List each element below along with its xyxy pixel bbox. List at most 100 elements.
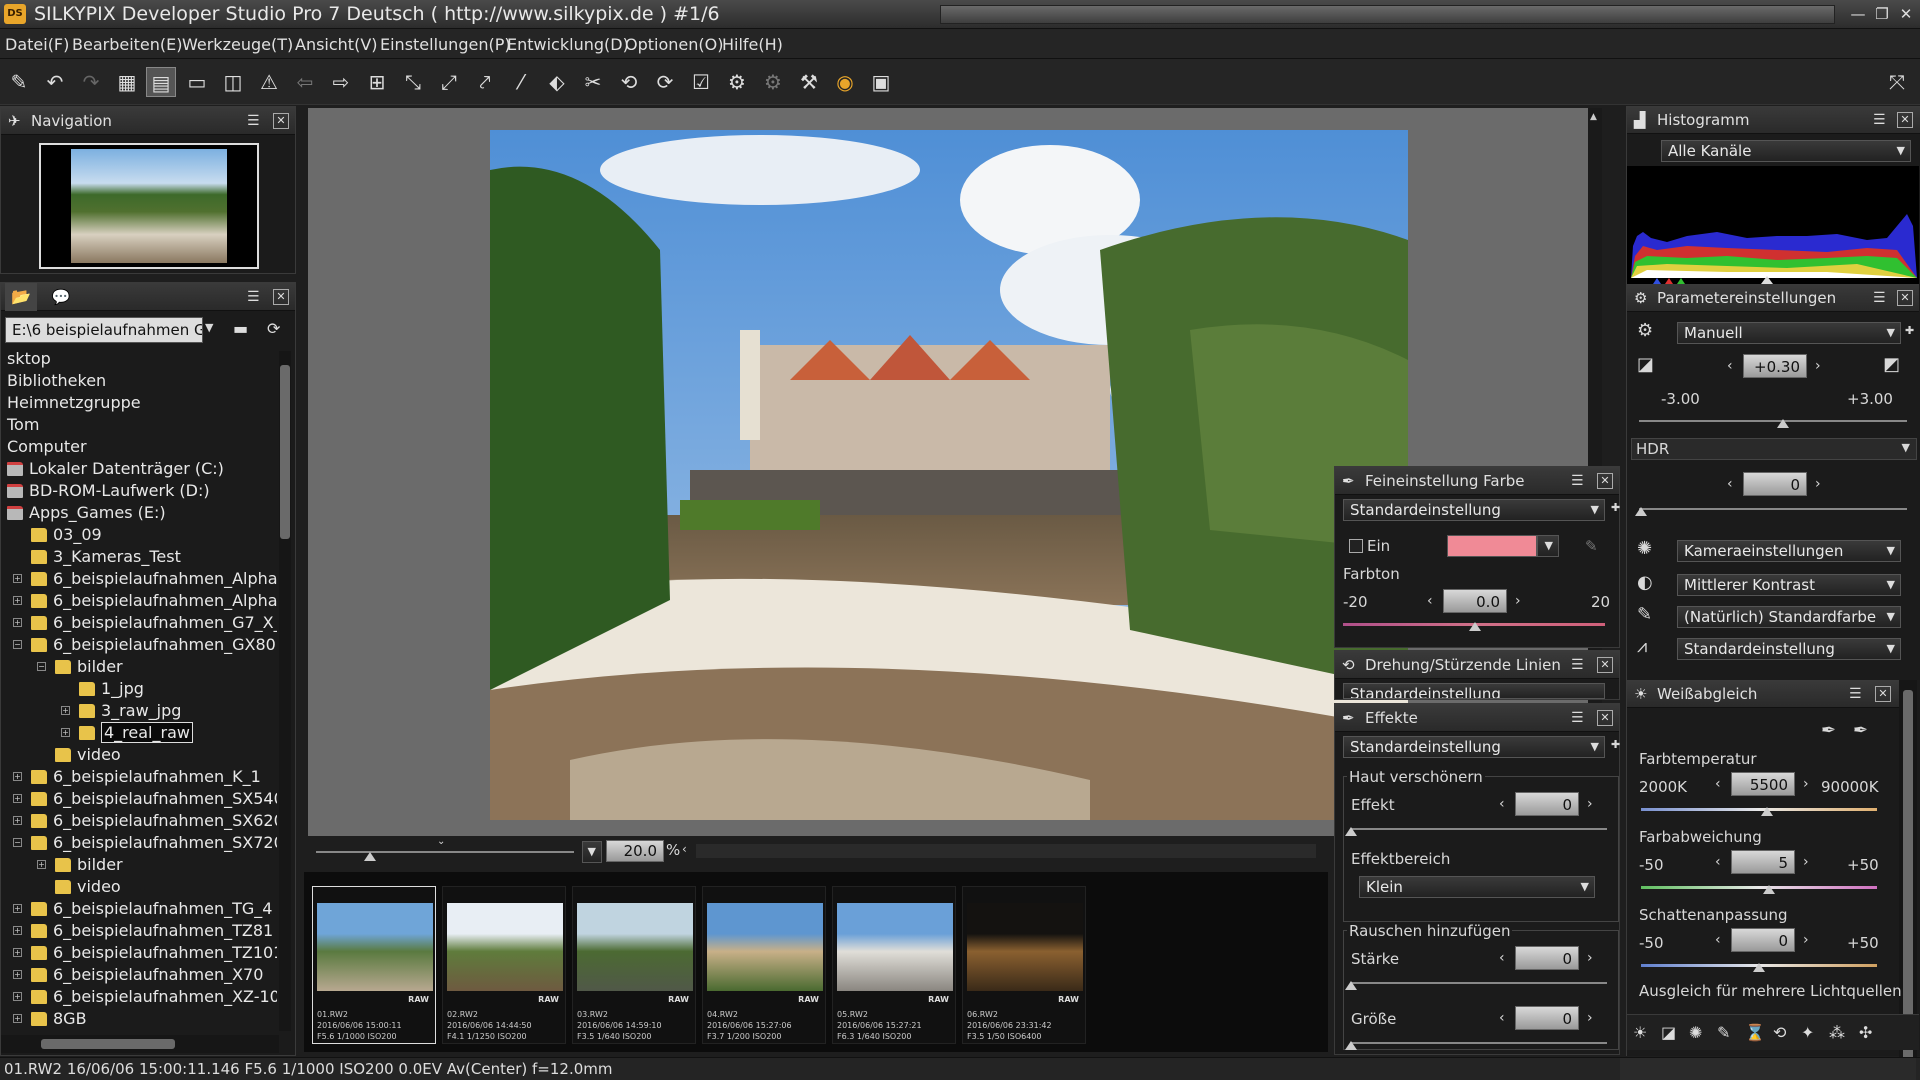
color-swatch[interactable] [1447,535,1537,557]
monitor-icon[interactable]: ▣ [866,67,896,97]
hdr-slider-thumb[interactable] [1635,507,1647,516]
decrement-icon[interactable]: ‹ [1715,932,1721,948]
sharpness-select[interactable]: Standardeinstellung ▼ [1677,638,1901,660]
staerke-value[interactable]: 0 [1515,946,1579,970]
increment-icon[interactable]: › [1803,854,1809,870]
panel-menu-icon[interactable]: ☰ [247,283,260,311]
zoom-value[interactable]: 20.0 [606,840,664,862]
refresh-icon[interactable]: ⟳ [267,319,280,338]
groesse-slider-thumb[interactable] [1345,1041,1357,1050]
camera-settings-select[interactable]: Kameraeinstellungen ▼ [1677,540,1901,562]
thumbnail-item[interactable]: RAW 04.RW2 2016/06/06 15:27:06 F3.7 1/200 I… [702,886,826,1044]
add-preset-icon[interactable]: ✚ [1611,738,1620,751]
color-fine-preset[interactable]: Standardeinstellung ▼ [1343,499,1605,521]
add-preset-icon[interactable]: ✚ [1905,324,1914,337]
dev-slider[interactable] [1641,886,1877,889]
thumbnail-item[interactable]: RAW 05.RW2 2016/06/06 15:27:21 F6.3 1/640 I… [832,886,956,1044]
panel-close-icon[interactable]: ✕ [1597,657,1613,673]
develop-brush-icon[interactable]: ✎ [4,67,34,97]
color-select[interactable]: (Natürlich) Standardfarbe ▼ [1677,606,1901,628]
hdr-tool-icon[interactable]: ✣ [1859,1023,1872,1042]
hdr-slider[interactable] [1639,508,1907,510]
enable-checkbox[interactable] [1349,539,1363,553]
decrement-icon[interactable]: ‹ [1499,796,1505,812]
decrement-icon[interactable]: ‹ [1427,593,1433,609]
farbton-value[interactable]: 0.0 [1443,589,1507,613]
temp-slider[interactable] [1641,808,1877,811]
tree-expand-icon[interactable]: + [61,728,70,737]
fullscreen-icon[interactable]: ⤧ [1882,67,1912,97]
tone-curve-icon[interactable]: ◪ [1661,1023,1676,1042]
wb-tool-icon[interactable]: ☀ [1633,1023,1647,1042]
thumbnail-item[interactable]: RAW 02.RW2 2016/06/06 14:44:50 F4.1 1/1250 … [442,886,566,1044]
batch-develop-icon[interactable]: ⚙ [722,67,752,97]
rotate-left-icon[interactable]: ⟲ [614,67,644,97]
shadow-value[interactable]: 0 [1731,928,1795,952]
zoom-scroll-left-icon[interactable]: ‹ [682,842,687,856]
tree-expand-icon[interactable]: + [13,772,22,781]
decrement-icon[interactable]: ‹ [1727,358,1733,374]
thumbnail-item[interactable]: RAW 03.RW2 2016/06/06 14:59:10 F3.5 1/640 I… [572,886,696,1044]
preview-view-icon[interactable]: ▭ [182,67,212,97]
restore-button[interactable]: ❐ [1870,4,1894,24]
tree-expand-icon[interactable]: − [37,662,46,671]
tree-expand-icon[interactable]: + [13,970,22,979]
close-button[interactable]: ✕ [1894,4,1918,24]
prev-arrow-icon[interactable]: ⇦ [290,67,320,97]
tree-expand-icon[interactable]: + [13,618,22,627]
redo-icon[interactable]: ↷ [76,67,106,97]
spot-tool-icon[interactable]: ✂ [578,67,608,97]
increment-icon[interactable]: › [1803,932,1809,948]
effektbereich-select[interactable]: Klein ▼ [1359,876,1595,898]
wb-picker-icon[interactable]: ✒ [1821,720,1836,741]
hdr-collapse-icon[interactable]: ▼ [1902,441,1910,454]
menu-bearbeiten[interactable]: Bearbeiten(E) [72,35,183,54]
effekt-slider-thumb[interactable] [1345,827,1357,836]
rotation-preset[interactable]: Standardeinstellung [1343,683,1605,699]
folder-up-icon[interactable]: ▬ [233,319,248,338]
paste-params-icon[interactable]: ⤢ [434,67,464,97]
lens-tool-icon[interactable]: ⌛ [1745,1023,1765,1042]
effects-tool-icon[interactable]: ✦ [1801,1023,1814,1042]
decrement-icon[interactable]: ‹ [1499,1010,1505,1026]
panel-close-icon[interactable]: ✕ [1897,112,1913,128]
exposure-slider[interactable] [1639,420,1907,422]
next-arrow-icon[interactable]: ⇨ [326,67,356,97]
decrement-icon[interactable]: ‹ [1715,776,1721,792]
viewer-hscrollbar[interactable] [696,844,1316,858]
crop-grid-icon[interactable]: ⊞ [362,67,392,97]
panel-menu-icon[interactable]: ☰ [1571,704,1584,732]
zoom-slider[interactable] [316,851,574,853]
tree-expand-icon[interactable]: + [13,904,22,913]
tree-vscroll-thumb[interactable] [280,365,290,539]
panel-menu-icon[interactable]: ☰ [1849,680,1862,708]
tree-expand-icon[interactable]: + [13,948,22,957]
compare-view-icon[interactable]: ◫ [218,67,248,97]
dust-tool-icon[interactable]: ⁂ [1829,1023,1845,1042]
panel-close-icon[interactable]: ✕ [1597,710,1613,726]
increment-icon[interactable]: › [1515,593,1521,609]
hdr-value[interactable]: 0 [1743,472,1807,496]
zoom-dropdown[interactable]: ▼ [582,841,602,863]
tree-expand-icon[interactable]: − [13,640,22,649]
tree-expand-icon[interactable]: + [13,816,22,825]
tree-vscrollbar[interactable] [279,351,291,1031]
dev-value[interactable]: 5 [1731,850,1795,874]
increment-icon[interactable]: › [1587,796,1593,812]
panel-menu-icon[interactable]: ☰ [247,107,260,135]
panel-menu-icon[interactable]: ☰ [1571,651,1584,679]
exposure-value[interactable]: +0.30 [1743,354,1807,378]
comment-tab-icon[interactable]: 💬 [45,283,77,311]
menu-optionen[interactable]: Optionen(O) [625,35,723,54]
farbton-slider-thumb[interactable] [1469,622,1481,631]
folder-tab-icon[interactable]: 📂 [5,283,37,311]
pick-color-icon[interactable]: ✎ [1585,537,1598,555]
warning-icon[interactable]: ⚠ [254,67,284,97]
ds-logo-icon[interactable]: ◉ [830,67,860,97]
noise-tool-icon[interactable]: ✺ [1689,1023,1702,1042]
dev-slider-thumb[interactable] [1763,885,1775,894]
params-vscroll-thumb[interactable] [1903,690,1913,1060]
decrement-icon[interactable]: ‹ [1727,476,1733,492]
panel-menu-icon[interactable]: ☰ [1571,467,1584,495]
params-mode-select[interactable]: Manuell ▼ [1677,322,1901,344]
